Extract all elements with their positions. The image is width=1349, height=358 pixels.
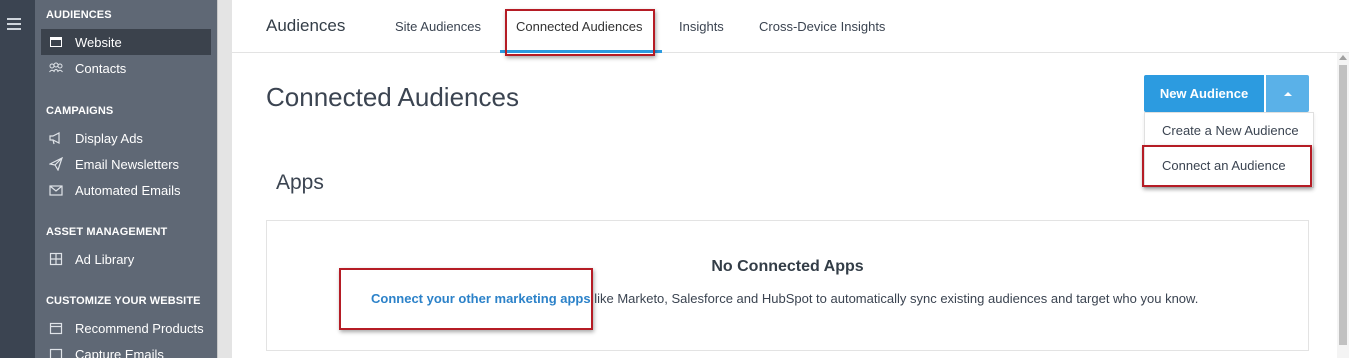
active-tab-indicator bbox=[500, 50, 662, 53]
sidebar-item-display-ads[interactable]: Display Ads bbox=[41, 125, 211, 151]
sidebar-section-campaigns: CAMPAIGNS bbox=[46, 105, 114, 117]
sidebar: AUDIENCES Website Contacts CAMPAIGNS Dis… bbox=[35, 0, 217, 358]
tab-site-audiences[interactable]: Site Audiences bbox=[395, 19, 481, 34]
caret-up-icon bbox=[1283, 91, 1292, 96]
sidebar-item-ad-library[interactable]: Ad Library bbox=[41, 246, 211, 272]
sidebar-section-customize-website: CUSTOMIZE YOUR WEBSITE bbox=[46, 295, 201, 307]
tab-cross-device-insights[interactable]: Cross-Device Insights bbox=[759, 19, 885, 34]
menu-item-create-new-audience[interactable]: Create a New Audience bbox=[1162, 123, 1299, 138]
tab-connected-audiences[interactable]: Connected Audiences bbox=[516, 19, 642, 34]
sidebar-separator bbox=[217, 0, 232, 358]
sidebar-item-capture-emails[interactable]: Capture Emails bbox=[41, 341, 211, 358]
envelope-icon bbox=[47, 183, 64, 197]
section-brand: Audiences bbox=[266, 16, 346, 35]
calendar-icon bbox=[47, 321, 64, 335]
sidebar-item-website[interactable]: Website bbox=[41, 29, 211, 55]
tab-insights[interactable]: Insights bbox=[679, 19, 724, 34]
sidebar-item-label: Contacts bbox=[75, 60, 127, 76]
sidebar-item-label: Website bbox=[75, 34, 122, 50]
left-rail bbox=[0, 0, 35, 358]
sidebar-item-label: Capture Emails bbox=[75, 346, 164, 358]
hamburger-menu-icon[interactable] bbox=[7, 18, 21, 33]
apps-panel: No Connected Apps Connect your other mar… bbox=[266, 220, 1309, 351]
sidebar-item-email-newsletters[interactable]: Email Newsletters bbox=[41, 151, 211, 177]
sidebar-item-label: Ad Library bbox=[75, 251, 135, 267]
main-content: Audiences Site Audiences Connected Audie… bbox=[232, 0, 1349, 358]
grid-icon bbox=[47, 252, 64, 266]
sidebar-item-label: Email Newsletters bbox=[75, 156, 180, 172]
sidebar-item-label: Display Ads bbox=[75, 130, 143, 146]
scroll-up-arrow-icon[interactable] bbox=[1339, 55, 1347, 60]
browser-window-icon bbox=[47, 35, 64, 49]
vertical-scrollbar[interactable] bbox=[1337, 53, 1349, 358]
page-title: Connected Audiences bbox=[266, 82, 519, 112]
paper-plane-icon bbox=[47, 157, 64, 171]
sidebar-item-automated-emails[interactable]: Automated Emails bbox=[41, 177, 211, 203]
sidebar-item-label: Automated Emails bbox=[75, 182, 181, 198]
connect-apps-link[interactable]: Connect your other marketing apps bbox=[371, 291, 591, 306]
sidebar-section-asset-management: ASSET MANAGEMENT bbox=[46, 226, 168, 238]
apps-section-title: Apps bbox=[276, 171, 324, 194]
empty-state-title: No Connected Apps bbox=[711, 258, 864, 275]
capture-icon bbox=[47, 347, 64, 358]
empty-state-description: like Marketo, Salesforce and HubSpot to … bbox=[590, 291, 1199, 306]
sidebar-item-contacts[interactable]: Contacts bbox=[41, 55, 211, 81]
sidebar-item-recommend-products[interactable]: Recommend Products bbox=[41, 315, 211, 341]
megaphone-icon bbox=[47, 131, 64, 145]
new-audience-dropdown-toggle[interactable] bbox=[1266, 75, 1309, 112]
top-navigation: Audiences Site Audiences Connected Audie… bbox=[232, 0, 1349, 53]
empty-state-text: Connect your other marketing apps like M… bbox=[371, 291, 1198, 306]
menu-item-connect-audience[interactable]: Connect an Audience bbox=[1162, 158, 1286, 173]
new-audience-dropdown-menu: Create a New Audience Connect an Audienc… bbox=[1144, 112, 1314, 188]
new-audience-button[interactable]: New Audience bbox=[1144, 75, 1264, 112]
sidebar-section-audiences: AUDIENCES bbox=[46, 9, 112, 21]
contacts-icon bbox=[47, 61, 64, 75]
scroll-thumb[interactable] bbox=[1339, 65, 1347, 345]
sidebar-item-label: Recommend Products bbox=[75, 320, 204, 336]
